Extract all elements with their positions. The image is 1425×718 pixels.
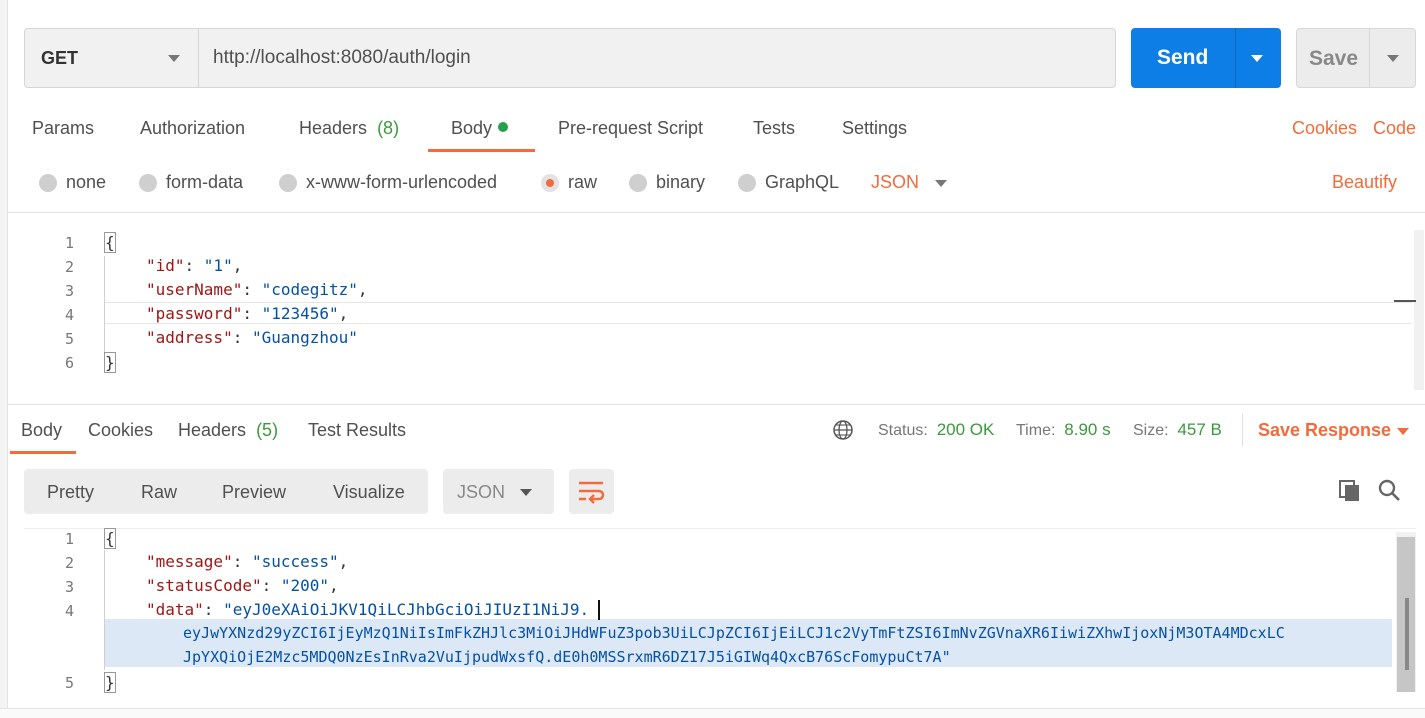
- view-pretty[interactable]: Pretty: [47, 482, 94, 503]
- send-label: Send: [1157, 46, 1209, 69]
- save-response-button[interactable]: Save Response: [1258, 420, 1391, 441]
- url-input[interactable]: http://localhost:8080/auth/login: [213, 47, 471, 69]
- size-value: 457 B: [1177, 420, 1222, 439]
- divider: [1242, 414, 1243, 446]
- view-visualize[interactable]: Visualize: [333, 482, 405, 503]
- time-readout: Time: 8.90 s: [1016, 420, 1111, 439]
- chevron-down-icon: [520, 489, 532, 496]
- response-tab-headers-count: (5): [256, 420, 279, 440]
- method-select[interactable]: GET: [25, 29, 199, 87]
- tab-settings[interactable]: Settings: [842, 118, 907, 139]
- status-value: 200 OK: [936, 420, 995, 439]
- line-number: 5: [64, 674, 74, 692]
- tab-headers-count: (8): [377, 118, 400, 138]
- cookies-link[interactable]: Cookies: [1292, 118, 1357, 139]
- tab-params[interactable]: Params: [32, 118, 94, 139]
- json-field: "password": "123456",: [146, 304, 349, 323]
- url-bar: GET http://localhost:8080/auth/login: [24, 28, 1116, 88]
- response-view-toggle: Pretty Raw Preview Visualize: [24, 469, 428, 514]
- tab-authorization[interactable]: Authorization: [140, 118, 245, 139]
- bottom-strip: [0, 708, 1425, 718]
- send-button[interactable]: Send: [1131, 28, 1281, 88]
- save-button[interactable]: Save: [1296, 28, 1416, 88]
- json-field: "userName": "codegitz",: [146, 280, 368, 299]
- open-brace: {: [104, 528, 116, 549]
- json-field: "message": "success",: [146, 552, 349, 571]
- json-field: "data": "eyJ0eXAiOiJKV1QiLCJhbGciOiJIUzI…: [146, 600, 590, 619]
- scroll-marker: [1394, 300, 1416, 302]
- line-number: 5: [64, 330, 74, 348]
- line-number: 4: [64, 306, 74, 324]
- response-format-label: JSON: [457, 482, 506, 502]
- line-number: 6: [64, 354, 74, 372]
- save-response-chevron-icon[interactable]: [1397, 428, 1409, 435]
- tab-pre-request-script[interactable]: Pre-request Script: [558, 118, 703, 139]
- tab-headers[interactable]: Headers (8): [299, 118, 399, 139]
- line-number: 2: [64, 258, 74, 276]
- tab-body-label: Body: [451, 118, 493, 138]
- json-field: "address": "Guangzhou": [146, 328, 358, 347]
- wrap-lines-button[interactable]: [569, 469, 614, 514]
- tab-body[interactable]: Body: [451, 118, 509, 139]
- divider: [8, 212, 1425, 213]
- line-number: 2: [64, 554, 74, 572]
- radio-circle-selected: [541, 174, 559, 192]
- raw-type-chevron-icon[interactable]: [935, 180, 947, 187]
- response-tab-headers[interactable]: Headers (5): [178, 420, 278, 441]
- response-tab-body[interactable]: Body: [21, 420, 62, 441]
- globe-icon[interactable]: [832, 419, 854, 441]
- active-tab-indicator: [428, 149, 535, 152]
- time-value: 8.90 s: [1064, 420, 1111, 439]
- radio-circle: [139, 174, 157, 192]
- scroll-marker: [1405, 598, 1409, 670]
- close-brace: }: [104, 672, 116, 693]
- response-tab-cookies[interactable]: Cookies: [88, 420, 153, 441]
- method-label: GET: [41, 48, 79, 68]
- line-number: 1: [64, 234, 74, 252]
- raw-type-select[interactable]: JSON: [871, 172, 919, 193]
- close-brace: }: [104, 352, 116, 373]
- beautify-link[interactable]: Beautify: [1332, 172, 1397, 193]
- body-modified-dot-icon: [498, 122, 509, 132]
- radio-circle: [39, 174, 57, 192]
- radio-circle: [279, 174, 297, 192]
- view-raw[interactable]: Raw: [141, 482, 177, 503]
- json-value-continued: eyJwYXNzd29yZCI6IjEyMzQ1NiIsImFkZHJlc3Mi…: [183, 624, 1285, 642]
- save-label: Save: [1309, 47, 1359, 70]
- text-cursor: [598, 600, 600, 620]
- wrap-lines-icon: [579, 481, 605, 504]
- request-scrollbar[interactable]: [1414, 230, 1424, 390]
- response-tab-test-results[interactable]: Test Results: [308, 420, 406, 441]
- save-options-chevron-icon[interactable]: [1387, 55, 1399, 62]
- open-brace: {: [104, 232, 116, 253]
- send-options-chevron-icon[interactable]: [1251, 55, 1263, 62]
- json-value-continued: JpYXQiOjE2Mzc5MDQ0NzEsInRva2VuIjpudWxsfQ…: [183, 648, 951, 666]
- tab-headers-label: Headers: [299, 118, 368, 138]
- line-number: 3: [64, 282, 74, 300]
- line-number: 1: [64, 530, 74, 548]
- response-format-select[interactable]: JSON: [443, 469, 554, 514]
- status-readout: Status: 200 OK: [878, 420, 995, 439]
- chevron-down-icon: [168, 55, 180, 62]
- line-number: 4: [64, 602, 74, 620]
- json-field: "id": "1",: [146, 256, 243, 275]
- search-icon[interactable]: [1377, 478, 1401, 502]
- divider: [8, 404, 1425, 405]
- copy-icon[interactable]: [1338, 479, 1362, 503]
- active-response-tab-indicator: [10, 451, 76, 454]
- tab-tests[interactable]: Tests: [753, 118, 795, 139]
- line-number: 3: [64, 578, 74, 596]
- radio-circle: [738, 174, 756, 192]
- size-readout: Size: 457 B: [1133, 420, 1222, 439]
- radio-circle: [629, 174, 647, 192]
- response-tab-headers-label: Headers: [178, 420, 247, 440]
- json-field: "statusCode": "200",: [146, 576, 339, 595]
- view-preview[interactable]: Preview: [222, 482, 286, 503]
- left-rail: [0, 0, 8, 718]
- indent-guide: [104, 550, 105, 670]
- code-link[interactable]: Code: [1373, 118, 1416, 139]
